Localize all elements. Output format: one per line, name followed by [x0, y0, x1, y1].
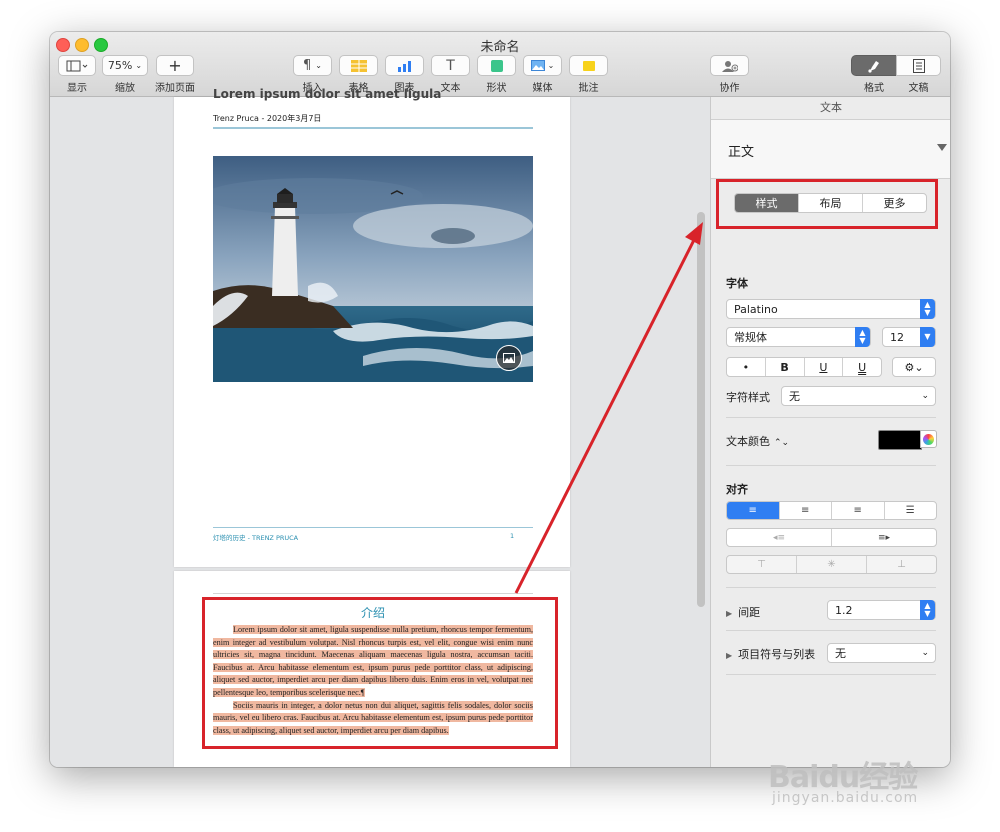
watermark-url: jingyan.baidu.com: [772, 790, 919, 806]
annotation-arrow: [514, 222, 703, 594]
